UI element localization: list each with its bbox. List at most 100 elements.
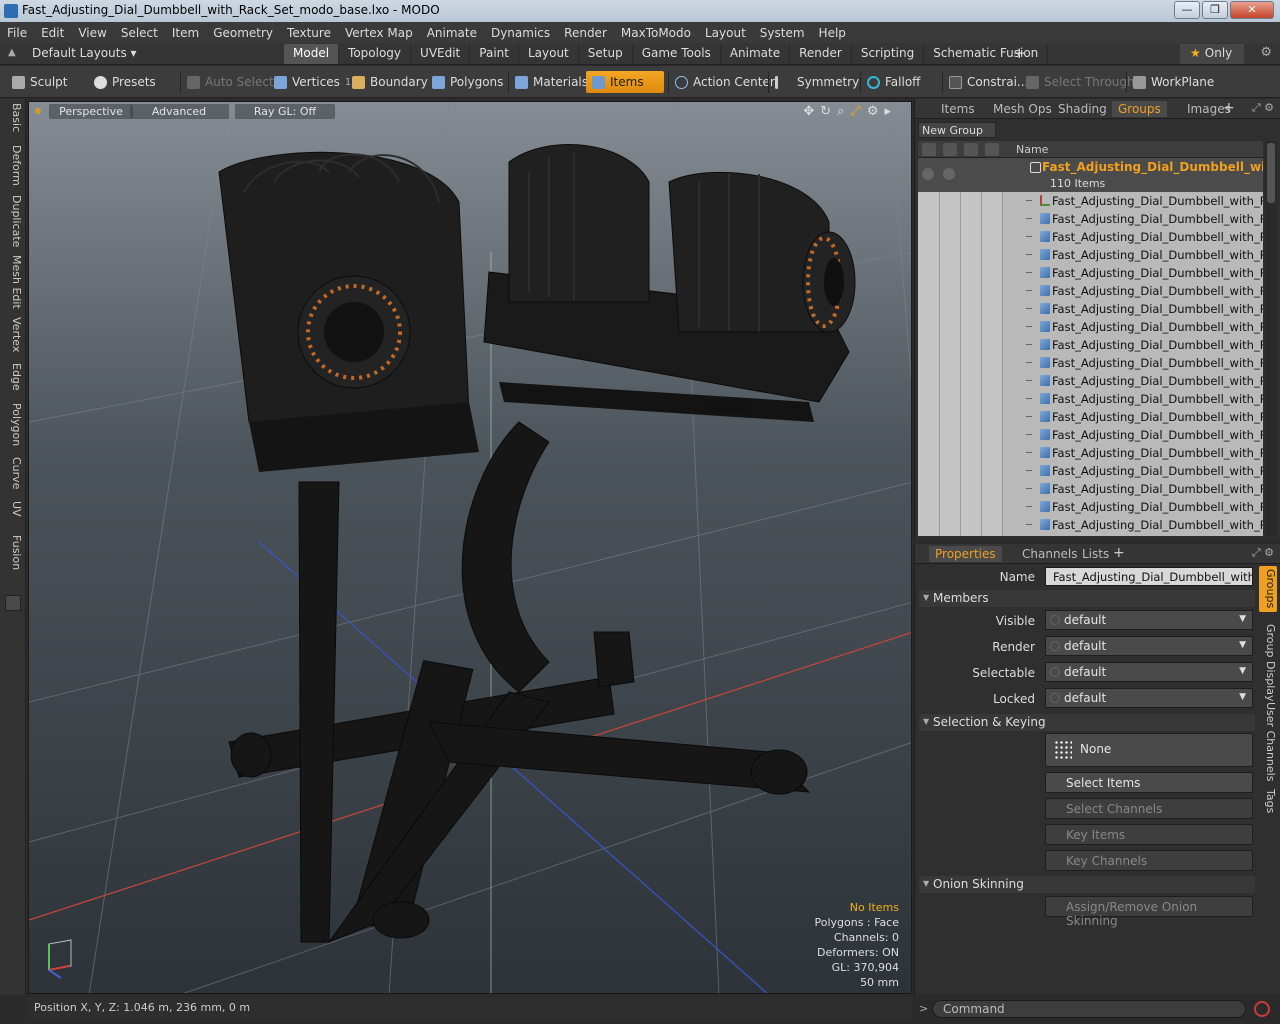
list-item[interactable]: Fast_Adjusting_Dial_Dumbbell_with_Rac...: [918, 426, 1263, 444]
members-section[interactable]: ▼ Members: [919, 590, 1255, 607]
tab-schematic-fusion[interactable]: Schematic Fusion: [924, 44, 1049, 64]
tab-model[interactable]: Model: [284, 44, 340, 64]
view-type-dropdown[interactable]: Perspective: [49, 104, 133, 119]
group-row[interactable]: Fast_Adjusting_Dial_Dumbbell_with... 110…: [918, 158, 1263, 192]
vtab-basic[interactable]: Basic: [3, 103, 23, 132]
boundary-button[interactable]: Boundary: [346, 71, 434, 93]
list-item[interactable]: Fast_Adjusting_Dial_Dumbbell_with_Rac...: [918, 228, 1263, 246]
list-item[interactable]: Fast_Adjusting_Dial_Dumbbell_with_Rac...: [918, 498, 1263, 516]
menu-animate[interactable]: Animate: [420, 26, 484, 40]
vtab-deform[interactable]: Deform: [3, 145, 23, 186]
side-tab-user-channels[interactable]: User Channels: [1259, 702, 1277, 782]
menu-geometry[interactable]: Geometry: [206, 26, 280, 40]
menu-maxtomodo[interactable]: MaxToModo: [614, 26, 698, 40]
shading-dropdown[interactable]: Advanced: [129, 104, 229, 119]
tab-layout[interactable]: Layout: [519, 44, 579, 64]
assign-onion-skinning-button[interactable]: Assign/Remove Onion Skinning: [1045, 896, 1253, 928]
vtab-vertex[interactable]: Vertex: [3, 317, 23, 352]
vtab-fusion[interactable]: Fusion: [3, 535, 23, 570]
vtab-mesh-edit[interactable]: Mesh Edit: [3, 255, 23, 309]
list-item[interactable]: Fast_Adjusting_Dial_Dumbbell_with_Rac...: [918, 444, 1263, 462]
selection-keying-section[interactable]: ▼ Selection & Keying: [919, 714, 1255, 731]
action-center-button[interactable]: Action Center: [668, 71, 781, 93]
zoom-icon[interactable]: ⌕: [837, 104, 844, 119]
falloff-button[interactable]: Falloff: [860, 71, 926, 93]
gear-icon[interactable]: ⚙: [1260, 45, 1272, 60]
tab-channels[interactable]: Channels: [1016, 546, 1084, 562]
tab-lists[interactable]: Lists: [1076, 546, 1115, 562]
tab-items[interactable]: Items: [935, 101, 981, 117]
viewport-more-icon[interactable]: ▸: [884, 104, 891, 119]
record-macro-icon[interactable]: [1254, 1001, 1270, 1017]
menu-edit[interactable]: Edit: [34, 26, 71, 40]
materials-button[interactable]: Materials: [508, 71, 594, 93]
tab-topology[interactable]: Topology: [339, 44, 412, 64]
group-render-icon[interactable]: [943, 168, 955, 180]
list-item[interactable]: Fast_Adjusting_Dial_Dumbbell_with_Rac...: [918, 246, 1263, 264]
expand-toolbox-button[interactable]: [5, 595, 21, 611]
add-tab-button[interactable]: +: [1013, 44, 1026, 62]
menu-layout[interactable]: Layout: [698, 26, 753, 40]
menu-render[interactable]: Render: [557, 26, 614, 40]
key-channels-button[interactable]: Key Channels: [1045, 850, 1253, 871]
list-item[interactable]: Fast_Adjusting_Dial_Dumbbell_with_Rac...: [918, 210, 1263, 228]
auto-select-button[interactable]: Auto Select: [180, 71, 280, 93]
key-items-button[interactable]: Key Items: [1045, 824, 1253, 845]
vtab-duplicate[interactable]: Duplicate: [3, 195, 23, 247]
tab-paint[interactable]: Paint: [470, 44, 519, 64]
onion-skinning-section[interactable]: ▼ Onion Skinning: [919, 876, 1255, 893]
only-toggle[interactable]: ★ Only: [1180, 44, 1244, 64]
tab-game-tools[interactable]: Game Tools: [633, 44, 721, 64]
vtab-polygon[interactable]: Polygon: [3, 403, 23, 446]
visible-dropdown[interactable]: default ▼: [1045, 610, 1253, 630]
minimize-button[interactable]: —: [1174, 1, 1200, 19]
group-visibility-icon[interactable]: [922, 168, 934, 180]
groups-list[interactable]: Fast_Adjusting_Dial_Dumbbell_with... 110…: [918, 158, 1263, 536]
select-through-button[interactable]: Select Through: [1020, 71, 1141, 93]
close-button[interactable]: ✕: [1230, 1, 1274, 19]
vertices-button[interactable]: Vertices 1: [268, 71, 357, 93]
add-properties-tab-button[interactable]: +: [1113, 545, 1125, 561]
menu-view[interactable]: View: [71, 26, 113, 40]
menu-file[interactable]: File: [0, 26, 34, 40]
select-channels-button[interactable]: Select Channels: [1045, 798, 1253, 819]
items-button[interactable]: Items: [586, 71, 664, 93]
new-group-button[interactable]: New Group: [918, 122, 996, 138]
rotate-icon[interactable]: ↻: [820, 104, 831, 119]
properties-options-icon[interactable]: ⤢ ⚙: [1252, 546, 1274, 560]
selectable-dropdown[interactable]: default ▼: [1045, 662, 1253, 682]
render-dropdown[interactable]: default ▼: [1045, 636, 1253, 656]
list-item[interactable]: Fast_Adjusting_Dial_Dumbbell_with_Rac...: [918, 516, 1263, 534]
maximize-viewport-icon[interactable]: ⤢: [850, 104, 860, 119]
side-tab-tags[interactable]: Tags: [1259, 786, 1277, 816]
menu-help[interactable]: Help: [812, 26, 853, 40]
list-item[interactable]: Fast_Adjusting_Dial_Dumbbell_with_Rac...: [918, 390, 1263, 408]
workplane-button[interactable]: WorkPlane: [1126, 71, 1220, 93]
name-field[interactable]: Fast_Adjusting_Dial_Dumbbell_with_Rack: [1045, 567, 1253, 586]
groups-list-scrollbar[interactable]: [1265, 141, 1277, 536]
select-column-icon[interactable]: [964, 143, 978, 156]
menu-item[interactable]: Item: [165, 26, 206, 40]
tab-animate[interactable]: Animate: [721, 44, 791, 64]
tab-render[interactable]: Render: [790, 44, 852, 64]
render-column-icon[interactable]: [943, 143, 957, 156]
default-layouts-dropdown[interactable]: Default Layouts ▾: [32, 46, 137, 60]
add-panel-tab-button[interactable]: +: [1223, 100, 1235, 116]
none-button[interactable]: None: [1045, 733, 1253, 767]
list-item[interactable]: Fast_Adjusting_Dial_Dumbbell_with_Rac...: [918, 480, 1263, 498]
list-item[interactable]: Fast_Adjusting_Dial_Dumbbell_with_Rac...: [918, 282, 1263, 300]
vtab-uv[interactable]: UV: [3, 501, 23, 517]
maximize-button[interactable]: ❐: [1202, 1, 1228, 19]
menu-system[interactable]: System: [753, 26, 812, 40]
locked-dropdown[interactable]: default ▼: [1045, 688, 1253, 708]
pan-icon[interactable]: ✥: [803, 104, 814, 119]
sculpt-button[interactable]: Sculpt: [6, 71, 73, 93]
menu-vertex-map[interactable]: Vertex Map: [338, 26, 420, 40]
list-item[interactable]: Fast_Adjusting_Dial_Dumbbell_with_Rac...: [918, 408, 1263, 426]
list-item[interactable]: Fast_Adjusting_Dial_Dumbbell_with_Rac...: [918, 354, 1263, 372]
command-input[interactable]: Command: [932, 1000, 1246, 1018]
tab-setup[interactable]: Setup: [579, 44, 633, 64]
tab-shading[interactable]: Shading: [1052, 101, 1113, 117]
lock-column-icon[interactable]: [985, 143, 999, 156]
symmetry-button[interactable]: Symmetry: [768, 71, 865, 93]
